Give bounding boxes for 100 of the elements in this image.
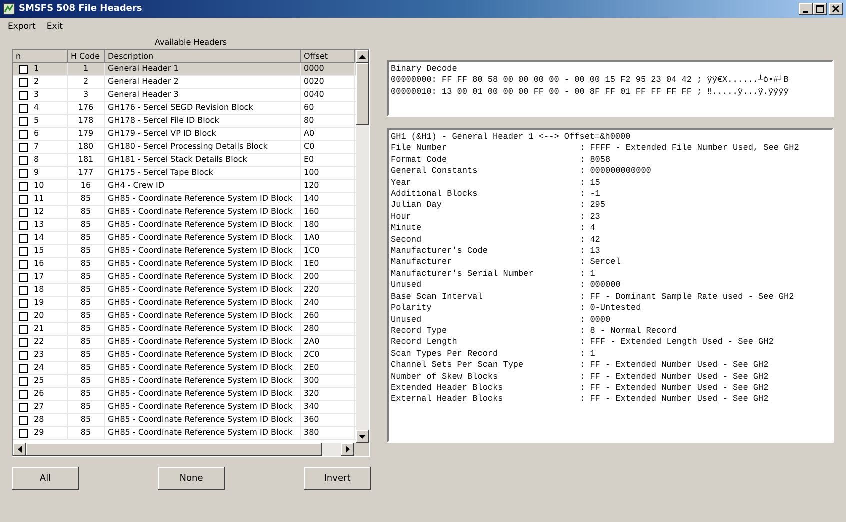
field-value: : 295 (580, 200, 606, 212)
table-row[interactable]: 11 85 GH85 - Coordinate Reference System ID Block 140 (13, 193, 356, 206)
field-value: : FF - Dominant Sample Rate used - See GH2 (580, 292, 794, 304)
table-row[interactable]: 16 85 GH85 - Coordinate Reference System ID Block 1E0 (13, 258, 356, 271)
maximize-icon (816, 5, 824, 13)
checkbox[interactable] (19, 130, 28, 138)
checkbox[interactable] (19, 312, 28, 320)
table-cell: 5 (34, 115, 40, 127)
checkbox[interactable] (19, 194, 28, 204)
checkbox[interactable] (19, 104, 28, 112)
table-cell: GH85 - Coordinate Reference System ID Block (105, 375, 301, 387)
table-row[interactable]: 25 85 GH85 - Coordinate Reference System ID Block 300 (13, 375, 356, 388)
scrollbar-thumb[interactable] (356, 63, 369, 125)
checkbox[interactable] (19, 428, 28, 438)
field-label: Additional Blocks (391, 189, 479, 200)
checkbox[interactable] (19, 156, 28, 164)
checkbox[interactable] (19, 416, 28, 424)
action-button[interactable]: Invert (304, 467, 371, 490)
table-row[interactable]: 18 85 GH85 - Coordinate Reference System ID Block 220 (13, 284, 356, 297)
table-cell: C0 (301, 141, 355, 153)
menu-item[interactable]: Exit (46, 22, 63, 32)
table-row[interactable]: 15 85 GH85 - Coordinate Reference System ID Block 1C0 (13, 245, 356, 258)
table-row[interactable]: 9 177 GH175 - Sercel Tape Block 100 (13, 167, 356, 180)
table-cell: GH85 - Coordinate Reference System ID Block (105, 336, 301, 348)
table-row[interactable]: 4 176 GH176 - Sercel SEGD Revision Block 60 (13, 102, 356, 115)
field-value: : FF - Extended Number Used - See GH2 (580, 360, 769, 372)
table-cell: GH85 - Coordinate Reference System ID Block (105, 388, 301, 400)
column-header[interactable]: Description (105, 50, 301, 63)
checkbox[interactable] (19, 64, 28, 74)
table-row[interactable]: 5 178 GH178 - Sercel File ID Block 80 (13, 115, 356, 128)
table-row[interactable]: 17 85 GH85 - Coordinate Reference System ID Block 200 (13, 271, 356, 284)
table-row[interactable]: 23 85 GH85 - Coordinate Reference System ID Block 2C0 (13, 349, 356, 362)
table-cell: 85 (68, 271, 105, 283)
close-icon (832, 5, 840, 13)
checkbox[interactable] (19, 338, 28, 346)
table-cell: 181 (68, 154, 105, 166)
checkbox[interactable] (19, 208, 28, 216)
table-row[interactable]: 14 85 GH85 - Coordinate Reference System ID Block 1A0 (13, 232, 356, 245)
checkbox[interactable] (19, 116, 28, 126)
checkbox[interactable] (19, 168, 28, 178)
maximize-button[interactable] (813, 3, 827, 15)
table-row[interactable]: 2 2 General Header 2 0020 (13, 76, 356, 89)
down-arrow-icon (359, 434, 366, 438)
table-row[interactable]: 10 16 GH4 - Crew ID 120 (13, 180, 356, 193)
checkbox[interactable] (19, 182, 28, 190)
scrollbar-thumb[interactable] (26, 443, 322, 456)
field-label: Extended Header Blocks (391, 382, 504, 394)
checkbox[interactable] (19, 78, 28, 86)
table-row[interactable]: 19 85 GH85 - Coordinate Reference System ID Block 240 (13, 297, 356, 310)
checkbox[interactable] (19, 298, 28, 308)
vertical-scrollbar[interactable] (356, 50, 369, 443)
column-header[interactable]: n (13, 50, 68, 63)
field-label: Year (391, 178, 412, 190)
checkbox[interactable] (19, 90, 28, 100)
table-cell: 0020 (301, 76, 355, 88)
checkbox[interactable] (19, 402, 28, 412)
scrollbar-corner (354, 443, 369, 456)
table-row[interactable]: 3 3 General Header 3 0040 (13, 89, 356, 102)
close-button[interactable] (829, 3, 843, 15)
checkbox[interactable] (19, 272, 28, 282)
action-button[interactable]: All (12, 467, 79, 490)
table-cell: 20 (34, 310, 44, 322)
field-label: Polarity (391, 303, 433, 314)
action-button[interactable]: None (158, 467, 225, 490)
column-header[interactable]: H Code (68, 50, 105, 63)
checkbox[interactable] (19, 246, 28, 256)
table-row[interactable]: 28 85 GH85 - Coordinate Reference System ID Block 360 (13, 414, 356, 427)
table-row[interactable]: 24 85 GH85 - Coordinate Reference System ID Block 2E0 (13, 362, 356, 375)
table-row[interactable]: 22 85 GH85 - Coordinate Reference System ID Block 2A0 (13, 336, 356, 349)
field-label: Channel Sets Per Scan Type (391, 360, 525, 372)
checkbox[interactable] (19, 324, 28, 334)
table-row[interactable]: 1 1 General Header 1 0000 (13, 63, 356, 76)
table-cell: 85 (68, 336, 105, 348)
table-row[interactable]: 6 179 GH179 - Sercel VP ID Block A0 (13, 128, 356, 141)
column-header[interactable]: Offset (301, 50, 355, 63)
checkbox[interactable] (19, 220, 28, 230)
menu-item[interactable]: Export (8, 22, 36, 32)
field-label: Manufacturer (391, 257, 454, 269)
checkbox[interactable] (19, 142, 28, 152)
table-cell: GH179 - Sercel VP ID Block (105, 128, 301, 140)
table-row[interactable]: 27 85 GH85 - Coordinate Reference System ID Block 340 (13, 401, 356, 414)
table-row[interactable]: 13 85 GH85 - Coordinate Reference System ID Block 180 (13, 219, 356, 232)
table-row[interactable]: 8 181 GH181 - Sercel Stack Details Block E0 (13, 154, 356, 167)
table-row[interactable]: 29 85 GH85 - Coordinate Reference System ID Block 380 (13, 427, 356, 440)
table-row[interactable]: 26 85 GH85 - Coordinate Reference System ID Block 320 (13, 388, 356, 401)
checkbox[interactable] (19, 350, 28, 360)
checkbox[interactable] (19, 376, 28, 386)
minimize-button[interactable] (799, 3, 813, 15)
checkbox[interactable] (19, 234, 28, 242)
table-row[interactable]: 20 85 GH85 - Coordinate Reference System ID Block 260 (13, 310, 356, 323)
table-row[interactable]: 7 180 GH180 - Sercel Processing Details Block C0 (13, 141, 356, 154)
table-cell: 85 (68, 232, 105, 244)
checkbox[interactable] (19, 286, 28, 294)
checkbox[interactable] (19, 390, 28, 398)
checkbox[interactable] (19, 364, 28, 372)
table-cell: 6 (34, 128, 40, 140)
table-row[interactable]: 12 85 GH85 - Coordinate Reference System ID Block 160 (13, 206, 356, 219)
checkbox[interactable] (19, 260, 28, 268)
table-row[interactable]: 21 85 GH85 - Coordinate Reference System ID Block 280 (13, 323, 356, 336)
horizontal-scrollbar[interactable] (13, 443, 369, 456)
